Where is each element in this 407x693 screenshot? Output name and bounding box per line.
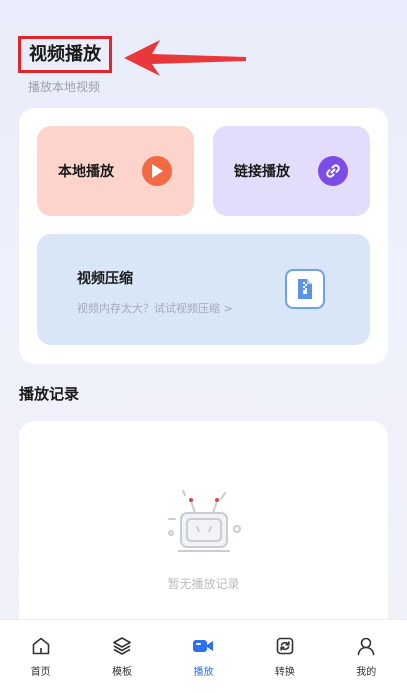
compress-title: 视频压缩: [77, 271, 133, 287]
video-camera-icon: [192, 635, 214, 657]
tab-play-label: 播放: [193, 667, 214, 678]
page-title: 视频播放: [18, 36, 112, 73]
history-section-title: 播放记录: [19, 385, 80, 403]
page-subtitle: 播放本地视频: [28, 80, 101, 94]
empty-tv-icon: [168, 490, 241, 552]
user-icon: [355, 635, 377, 657]
play-icon: [142, 156, 172, 186]
home-icon: [30, 635, 52, 657]
tab-play[interactable]: 播放: [173, 620, 233, 693]
annotation-arrow-icon: [124, 40, 246, 76]
bottom-tab-bar: 首页 模板 播放 转换 我的: [0, 619, 407, 693]
convert-icon: [274, 635, 296, 657]
action-panel: 本地播放 链接播放 视频压缩 视频内存太大？试试视频压缩 >: [19, 108, 388, 364]
history-panel: 暂无播放记录: [19, 421, 388, 641]
empty-history-text: 暂无播放记录: [167, 577, 240, 591]
tab-templates-label: 模板: [112, 667, 133, 678]
tab-templates[interactable]: 模板: [92, 620, 152, 693]
page-header: 视频播放: [18, 36, 112, 73]
video-compress-card[interactable]: 视频压缩 视频内存太大？试试视频压缩 >: [37, 234, 370, 345]
tab-mine[interactable]: 我的: [336, 620, 396, 693]
local-play-label: 本地播放: [58, 164, 114, 180]
compress-description-link[interactable]: 视频内存太大？试试视频压缩 >: [77, 300, 233, 316]
tab-convert[interactable]: 转换: [255, 620, 315, 693]
link-play-label: 链接播放: [234, 164, 290, 180]
local-play-button[interactable]: 本地播放: [37, 126, 194, 216]
tab-home-label: 首页: [30, 667, 51, 678]
link-icon: [318, 156, 348, 186]
link-play-button[interactable]: 链接播放: [213, 126, 370, 216]
zip-file-icon: [285, 269, 325, 309]
tab-mine-label: 我的: [356, 667, 377, 678]
tab-home[interactable]: 首页: [11, 620, 71, 693]
tab-convert-label: 转换: [274, 667, 295, 678]
layers-icon: [111, 635, 133, 657]
